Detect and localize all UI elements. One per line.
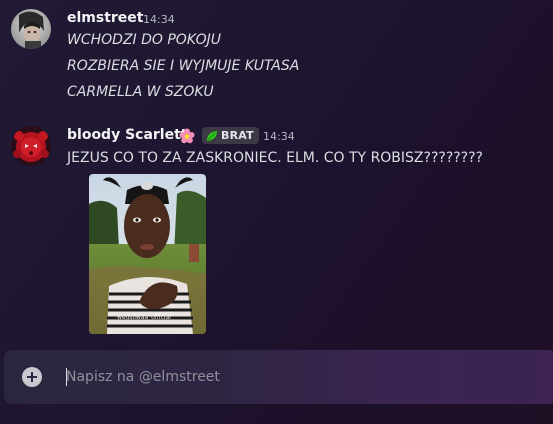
guild-tag-badge[interactable]: BRAT: [202, 127, 259, 144]
avatar-bloody-scarlett[interactable]: [11, 126, 51, 166]
message-group-bloody-scarlett: bloody Scarlett BRAT 14:34 JEZUS CO TO Z…: [0, 118, 553, 338]
leaf-icon: [207, 130, 217, 141]
message-group-elmstreet: elmstreet 14:34 WCHODZI DO POKOJU ROZBIE…: [0, 0, 553, 110]
message-timestamp[interactable]: 14:34: [143, 13, 175, 26]
image-attachment[interactable]: wedsilwaa_official: [89, 174, 206, 334]
flower-icon: [179, 128, 195, 144]
message-text: JEZUS CO TO ZA ZASKRONIEC. ELM. CO TY RO…: [67, 150, 483, 166]
message-text: CARMELLA W SZOKU: [67, 84, 214, 100]
guild-tag-label: BRAT: [221, 129, 254, 142]
message-text: WCHODZI DO POKOJU: [67, 32, 222, 48]
message-timestamp[interactable]: 14:34: [263, 130, 295, 143]
image-watermark: wedsilwaa_official: [117, 314, 171, 321]
avatar-elmstreet[interactable]: [11, 9, 51, 49]
username-elmstreet[interactable]: elmstreet: [67, 10, 144, 26]
message-text: ROZBIERA SIE I WYJMUJE KUTASA: [67, 58, 300, 74]
plus-circle-icon[interactable]: [22, 367, 42, 387]
text-caret: [66, 368, 67, 386]
username-bloody-scarlett[interactable]: bloody Scarlett: [67, 127, 188, 143]
message-composer: [4, 350, 553, 404]
message-input[interactable]: [66, 360, 536, 394]
